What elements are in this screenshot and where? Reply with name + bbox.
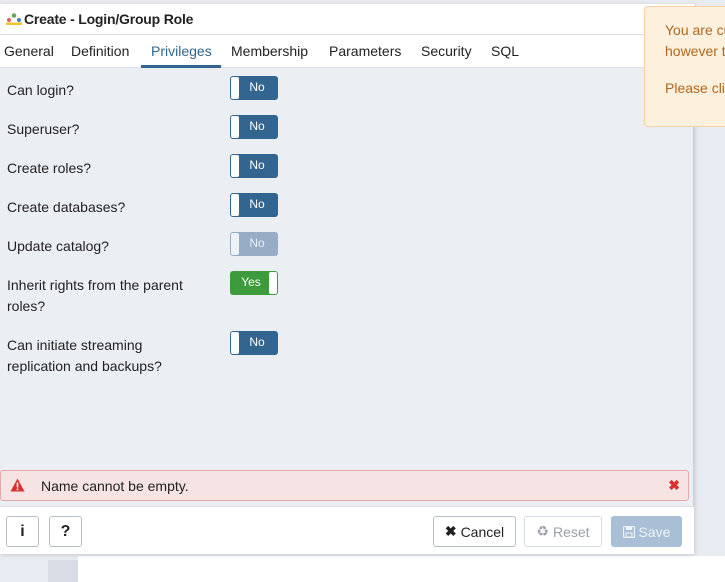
role-icon (6, 13, 22, 25)
floppy-disk-icon (622, 525, 635, 538)
tab-security[interactable]: Security (421, 43, 472, 59)
toggle-value: No (249, 335, 265, 349)
inherit-rights-label-line1: Inherit rights from the parent (7, 277, 183, 293)
help-button[interactable]: ? (49, 516, 82, 547)
toggle-value: No (249, 236, 265, 250)
toggle-knob (231, 233, 239, 255)
close-icon: ✖ (444, 523, 457, 539)
streaming-replication-label-line1: Can initiate streaming (7, 337, 143, 353)
toggle-value: Yes (241, 275, 261, 289)
reset-button[interactable]: ♻ Reset (524, 516, 602, 547)
notification-toast[interactable]: You are cu however t Please cli (644, 6, 725, 127)
superuser-label: Superuser? (7, 121, 80, 137)
toggle-knob (231, 77, 239, 99)
can-login-toggle[interactable]: No (230, 76, 278, 100)
tab-membership[interactable]: Membership (231, 43, 308, 59)
inherit-rights-toggle[interactable]: Yes (230, 271, 278, 295)
can-login-label: Can login? (7, 82, 74, 98)
save-button[interactable]: Save (611, 516, 682, 547)
update-catalog-toggle: No (230, 232, 278, 256)
warning-icon (10, 478, 25, 492)
create-databases-label: Create databases? (7, 199, 126, 215)
toggle-value: No (249, 80, 265, 94)
streaming-replication-toggle[interactable]: No (230, 331, 278, 355)
recycle-icon: ♻ (536, 523, 549, 539)
cancel-button-label: Cancel (460, 523, 505, 540)
dialog-title: Create - Login/Group Role (24, 11, 194, 27)
tab-bar: General Definition Privileges Membership… (0, 35, 694, 68)
toast-line-1: You are cu (665, 22, 725, 38)
tab-general[interactable]: General (4, 43, 54, 59)
error-message: Name cannot be empty. (41, 478, 189, 494)
create-roles-toggle[interactable]: No (230, 154, 278, 178)
dialog-footer: i ? ✖ Cancel ♻ Reset Save (0, 506, 694, 554)
save-button-label: Save (638, 523, 671, 540)
inherit-rights-label-line2: roles? (7, 298, 46, 314)
toggle-knob (231, 155, 239, 177)
toggle-knob (231, 194, 239, 216)
create-databases-toggle[interactable]: No (230, 193, 278, 217)
toggle-value: No (249, 158, 265, 172)
create-role-dialog: Create - Login/Group Role General Defini… (0, 4, 694, 554)
dialog-titlebar[interactable]: Create - Login/Group Role (0, 4, 694, 35)
create-roles-label: Create roles? (7, 160, 92, 176)
toggle-value: No (249, 119, 265, 133)
toast-line-3: Please cli (665, 80, 725, 96)
close-icon[interactable]: ✖ (668, 477, 680, 494)
streaming-replication-label: Can initiate streaming replication and b… (7, 335, 162, 377)
cancel-button[interactable]: ✖ Cancel (433, 516, 516, 547)
error-message-bar: Name cannot be empty. ✖ (0, 470, 689, 501)
tab-privileges[interactable]: Privileges (151, 43, 212, 59)
reset-button-label: Reset (552, 523, 590, 540)
toggle-knob (231, 116, 239, 138)
background-content (78, 556, 725, 582)
superuser-toggle[interactable]: No (230, 115, 278, 139)
inherit-rights-label: Inherit rights from the parent roles? (7, 275, 183, 317)
info-button[interactable]: i (6, 516, 39, 547)
tab-parameters[interactable]: Parameters (329, 43, 401, 59)
tab-sql[interactable]: SQL (491, 43, 519, 59)
toggle-knob (231, 332, 239, 354)
background-panel (48, 560, 78, 582)
toggle-knob (269, 272, 277, 294)
tab-definition[interactable]: Definition (71, 43, 129, 59)
active-tab-indicator (141, 65, 221, 68)
toggle-value: No (249, 197, 265, 211)
streaming-replication-label-line2: replication and backups? (7, 358, 162, 374)
toast-line-2: however t (665, 43, 725, 59)
update-catalog-label: Update catalog? (7, 238, 109, 254)
